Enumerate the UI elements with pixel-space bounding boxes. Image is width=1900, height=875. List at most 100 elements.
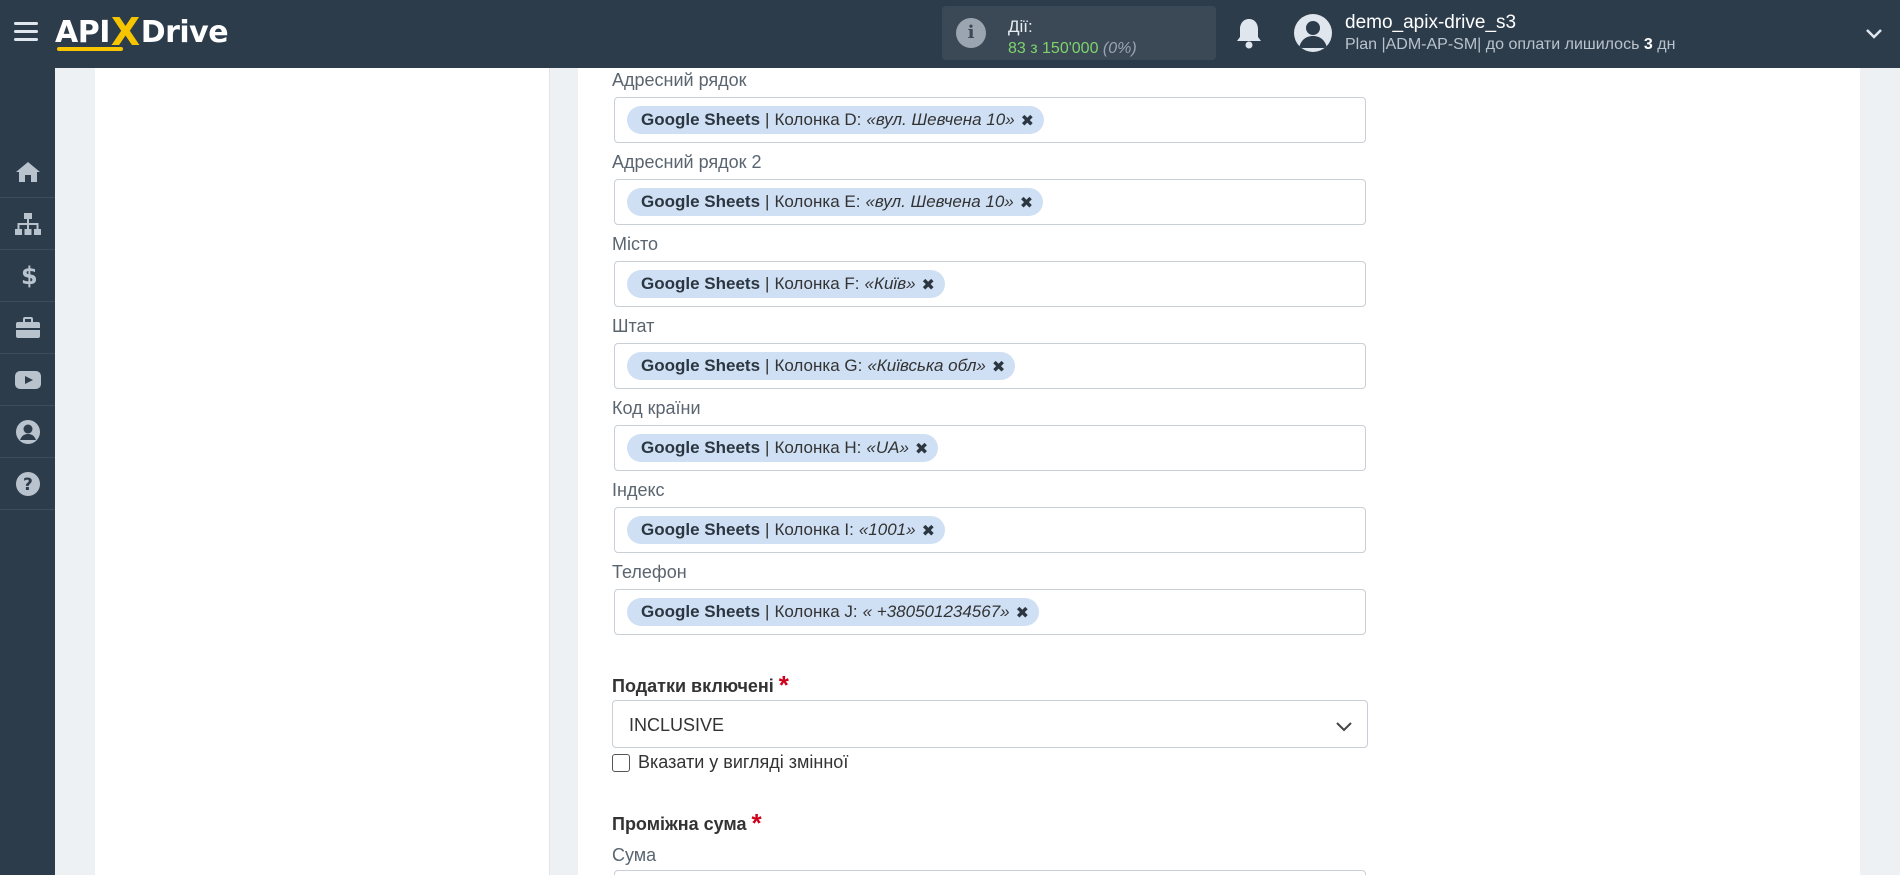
tag-value: «1001» [858,520,916,539]
sidebar-item-connections[interactable] [0,198,55,250]
variable-tag[interactable]: Google Sheets | Колонка H: «UA» ✖ [627,434,939,462]
tag-value: «Київ» [864,274,916,293]
tag-separator: | [765,192,770,211]
tag-value: «вул. Шевчена 10» [865,192,1014,211]
dollar-icon: $ [21,263,36,289]
chevron-down-icon[interactable] [1864,24,1884,44]
variable-tag[interactable]: Google Sheets | Колонка J: « +380501234567»… [627,598,1040,626]
field-label-address-line: Адресний рядок [612,70,747,90]
variable-tag[interactable]: Google Sheets | Колонка D: «вул. Шевчена 10… [627,106,1045,134]
sidebar-item-billing[interactable]: $ [0,250,55,302]
tag-separator: | [765,356,770,375]
logo-text-right: Drive [140,14,229,50]
info-icon: i [956,18,986,48]
checkbox[interactable] [612,753,630,772]
tag-value: «Київська обл» [867,356,986,375]
tag-separator: | [765,110,770,129]
tag-column: Колонка G: [774,356,863,375]
remove-tag-icon[interactable]: ✖ [1021,111,1034,130]
user-name[interactable]: demo_apix-drive_s3 [1345,12,1516,34]
help-icon: ? [15,471,40,496]
tag-column: Колонка F: [774,274,860,293]
field-label-state: Штат [612,316,655,336]
user-plan: Plan |ADM-AP-SM| до оплати лишилось 3 дн [1345,36,1676,53]
field-label-phone: Телефон [612,562,687,582]
as-variable-checkbox[interactable]: Вказати у вигляді змінної [612,752,848,773]
remove-tag-icon[interactable]: ✖ [1016,603,1029,622]
variable-tag[interactable]: Google Sheets | Колонка F: «Київ» ✖ [627,270,945,298]
field-postal-code[interactable]: Google Sheets | Колонка I: «1001» ✖ [614,507,1366,553]
tag-column: Колонка D: [774,110,862,129]
field-label-country-code: Код країни [612,398,701,418]
required-mark: * [778,670,789,700]
field-address-line[interactable]: Google Sheets | Колонка D: «вул. Шевчена 10… [614,97,1366,143]
tag-source: Google Sheets [641,110,761,129]
bell-icon[interactable] [1233,16,1265,50]
field-address-line-2[interactable]: Google Sheets | Колонка E: «вул. Шевчена 10… [614,179,1366,225]
left-panel [95,68,550,875]
field-phone[interactable]: Google Sheets | Колонка J: « +380501234567»… [614,589,1366,635]
plan-days: 3 [1643,36,1653,53]
sidebar-item-profile[interactable] [0,406,55,458]
field-label-city: Місто [612,234,659,254]
top-bar: API X Drive i Дії: 83 з 150'000 (0%) demo_… [0,0,1900,68]
user-circle-icon [15,419,40,444]
home-icon [15,161,40,182]
taxes-selected-value: INCLUSIVE [629,715,725,735]
tag-separator: | [765,520,770,539]
subtotal-label: Проміжна сума * [612,808,762,838]
field-label-address-line-2: Адресний рядок 2 [612,152,762,172]
tag-source: Google Sheets [641,192,761,211]
field-city[interactable]: Google Sheets | Колонка F: «Київ» ✖ [614,261,1366,307]
svg-text:?: ? [23,475,33,495]
required-mark: * [751,808,762,838]
tag-source: Google Sheets [641,274,761,293]
field-country-code[interactable]: Google Sheets | Колонка H: «UA» ✖ [614,425,1366,471]
tag-source: Google Sheets [641,602,761,621]
taxes-included-select[interactable]: INCLUSIVE [612,700,1368,748]
side-navigation: $ ? [0,68,55,875]
actions-count: 83 з 150'000 (0%) [1008,40,1137,57]
variable-tag[interactable]: Google Sheets | Колонка E: «вул. Шевчена 10… [627,188,1044,216]
checkbox-label: Вказати у вигляді змінної [638,752,849,772]
youtube-icon [14,370,41,389]
sidebar-item-help[interactable]: ? [0,458,55,510]
tag-value: «вул. Шевчена 10» [866,110,1015,129]
sidebar-item-home[interactable] [0,146,55,198]
tag-source: Google Sheets [641,356,761,375]
variable-tag[interactable]: Google Sheets | Колонка G: «Київська обл» ✖ [627,352,1016,380]
menu-burger-icon[interactable] [14,22,38,42]
field-state[interactable]: Google Sheets | Колонка G: «Київська обл» ✖ [614,343,1366,389]
user-avatar-icon[interactable] [1294,14,1332,52]
tag-separator: | [765,438,770,457]
remove-tag-icon[interactable]: ✖ [1020,193,1033,212]
actions-label: Дії: [1008,17,1033,36]
actions-percent: (0%) [1102,40,1137,57]
tag-value: «UA» [866,438,909,457]
briefcase-icon [15,316,40,338]
tag-column: Колонка H: [774,438,862,457]
actions-counter[interactable]: i Дії: 83 з 150'000 (0%) [942,6,1216,60]
remove-tag-icon[interactable]: ✖ [922,275,935,294]
logo-text-left: API [55,14,110,50]
subtotal-amount-label: Сума [612,845,657,865]
logo-underline [57,47,123,51]
variable-tag[interactable]: Google Sheets | Колонка I: «1001» ✖ [627,516,945,544]
remove-tag-icon[interactable]: ✖ [915,439,928,458]
sidebar-item-video[interactable] [0,354,55,406]
tag-source: Google Sheets [641,520,761,539]
chevron-down-icon [1336,722,1352,732]
svg-text:$: $ [21,263,36,289]
subtotal-amount-field[interactable] [614,870,1366,875]
tag-separator: | [765,602,770,621]
tag-column: Колонка E: [774,192,861,211]
tag-source: Google Sheets [641,438,761,457]
tag-column: Колонка J: [774,602,858,621]
remove-tag-icon[interactable]: ✖ [922,521,935,540]
field-label-postal-code: Індекс [612,480,665,500]
sidebar-item-tools[interactable] [0,302,55,354]
tag-column: Колонка I: [774,520,854,539]
remove-tag-icon[interactable]: ✖ [992,357,1005,376]
tag-value: « +380501234567» [862,602,1010,621]
tag-separator: | [765,274,770,293]
